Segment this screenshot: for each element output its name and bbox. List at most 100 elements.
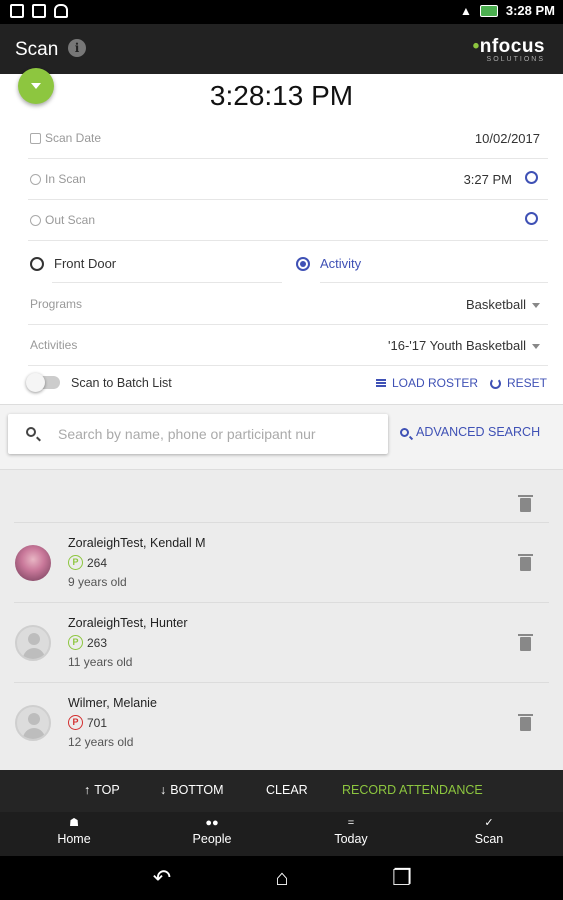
batch-list-toggle[interactable]	[26, 373, 60, 392]
status-bar: ▲ 3:28 PM	[0, 0, 563, 24]
clock-icon	[30, 173, 41, 185]
load-roster-button[interactable]: LOAD ROSTER	[376, 376, 478, 390]
refresh-icon	[490, 377, 501, 389]
clear-button[interactable]: CLEAR	[266, 783, 308, 797]
list-item[interactable]: ZoraleighTest, Hunter P 263 11 years old	[14, 602, 549, 682]
avatar	[15, 545, 51, 581]
nfocus-logo: •nfocus SOLUTIONS	[472, 36, 545, 63]
participant-name: ZoraleighTest, Kendall M	[68, 536, 206, 550]
activities-label: Activities	[30, 338, 78, 352]
participant-age: 11 years old	[68, 655, 133, 669]
app-bar: Scan i •nfocus SOLUTIONS	[0, 24, 563, 74]
delete-icon[interactable]	[518, 634, 533, 651]
scroll-bottom-button[interactable]: ↓ BOTTOM	[160, 783, 224, 797]
recent-apps-icon[interactable]: ❐	[388, 864, 416, 892]
search-input[interactable]	[58, 424, 378, 444]
activities-value: '16-'17 Youth Basketball	[388, 338, 526, 353]
people-icon: ●●	[205, 817, 219, 829]
load-roster-label: LOAD ROSTER	[392, 376, 479, 390]
activities-row[interactable]: Activities '16-'17 Youth Basketball	[28, 325, 548, 366]
activities-select[interactable]: '16-'17 Youth Basketball	[388, 338, 540, 353]
programs-select[interactable]: Basketball	[466, 297, 540, 312]
participant-badge: P	[68, 635, 83, 650]
collapse-fab-button[interactable]	[18, 68, 54, 104]
delete-icon[interactable]	[518, 554, 533, 571]
advanced-search-button[interactable]: ADVANCED SEARCH	[400, 425, 540, 439]
record-attendance-button[interactable]: RECORD ATTENDANCE	[342, 783, 483, 797]
arrow-up-icon: ↑	[84, 783, 91, 797]
list-item[interactable]: ZoraleighTest, Kendall M P 264 9 years o…	[14, 522, 549, 602]
wifi-icon: ▲	[459, 3, 472, 18]
radio-activity[interactable]: Activity	[296, 256, 361, 271]
scroll-top-label: TOP	[94, 783, 120, 797]
participant-id: 701	[87, 715, 108, 730]
nav-scan-label: Scan	[474, 832, 504, 846]
system-navigation-bar: ↶ ⌂ ❐	[0, 856, 563, 900]
scan-date-label: Scan Date	[45, 131, 102, 145]
timer-icon[interactable]	[525, 171, 538, 184]
arrow-down-icon: ↓	[160, 783, 167, 797]
reset-button[interactable]: RESET	[490, 376, 547, 390]
programs-value: Basketball	[466, 297, 526, 312]
batch-list-label: Scan to Batch List	[71, 376, 172, 390]
in-scan-label: In Scan	[45, 172, 86, 186]
participant-age: 9 years old	[68, 575, 127, 589]
nav-today[interactable]: = Today	[281, 812, 421, 856]
reset-label: RESET	[507, 376, 548, 390]
search-icon	[26, 427, 36, 437]
programs-label: Programs	[30, 297, 83, 311]
timer-icon[interactable]	[525, 212, 538, 225]
participant-id: 263	[87, 635, 108, 650]
in-scan-row[interactable]: In Scan 3:27 PM	[28, 159, 548, 200]
search-box[interactable]	[8, 414, 388, 454]
search-bar-area: ADVANCED SEARCH	[0, 404, 563, 470]
search-icon	[400, 427, 409, 437]
radio-front-door[interactable]: Front Door	[30, 256, 116, 271]
mail-icon	[32, 4, 46, 18]
delete-icon[interactable]	[518, 714, 533, 731]
current-time-clock: 3:28:13 PM	[209, 80, 354, 111]
radio-button-off[interactable]	[30, 256, 44, 271]
nav-people[interactable]: ●● People	[142, 812, 282, 856]
delete-all-icon[interactable]	[518, 495, 533, 512]
scan-date-row[interactable]: Scan Date 10/02/2017	[28, 118, 548, 159]
participant-name: Wilmer, Melanie	[68, 696, 157, 710]
scan-date-value: 10/02/2017	[474, 131, 540, 146]
radio-button-on[interactable]	[296, 256, 310, 271]
notification-icons	[10, 4, 68, 18]
batch-row: Scan to Batch List LOAD ROSTER RESET	[26, 370, 548, 398]
list-item[interactable]: Wilmer, Melanie P 701 12 years old	[14, 682, 549, 762]
record-attendance-label: RECORD ATTENDANCE	[342, 783, 483, 797]
battery-icon	[479, 4, 498, 17]
nav-scan[interactable]: ✓ Scan	[419, 812, 559, 856]
clear-label: CLEAR	[266, 783, 308, 797]
participant-badge: P	[68, 555, 83, 570]
calendar-icon	[30, 132, 41, 144]
notification-icon	[10, 4, 24, 18]
nav-home-label: Home	[57, 832, 91, 846]
page-title: Scan	[15, 39, 59, 60]
back-icon[interactable]: ↶	[148, 864, 176, 892]
list-header	[0, 484, 563, 524]
android-icon	[54, 4, 68, 18]
scroll-bottom-label: BOTTOM	[170, 783, 224, 797]
scroll-top-button[interactable]: ↑ TOP	[84, 783, 120, 797]
action-bar: ↑ TOP ↓ BOTTOM CLEAR RECORD ATTENDANCE	[0, 770, 563, 812]
programs-row[interactable]: Programs Basketball	[28, 284, 548, 325]
out-scan-row[interactable]: Out Scan	[28, 200, 548, 241]
nav-home[interactable]: ☗ Home	[4, 812, 144, 856]
status-time: 3:28 PM	[505, 3, 555, 18]
home-system-icon[interactable]: ⌂	[268, 864, 296, 892]
info-icon[interactable]: i	[68, 39, 86, 57]
participant-name: ZoraleighTest, Hunter	[68, 616, 188, 630]
clock-icon	[30, 214, 41, 226]
logo-text: nfocus	[479, 36, 545, 57]
check-icon: ✓	[484, 817, 494, 829]
in-scan-value: 3:27 PM	[463, 172, 512, 187]
scan-type-radio-group: Front Door Activity	[28, 244, 548, 284]
chevron-down-icon	[532, 344, 540, 350]
participant-list: ZoraleighTest, Kendall M P 264 9 years o…	[0, 470, 563, 770]
participant-badge: P	[68, 715, 83, 730]
list-icon	[376, 379, 386, 387]
advanced-search-label: ADVANCED SEARCH	[416, 425, 541, 439]
